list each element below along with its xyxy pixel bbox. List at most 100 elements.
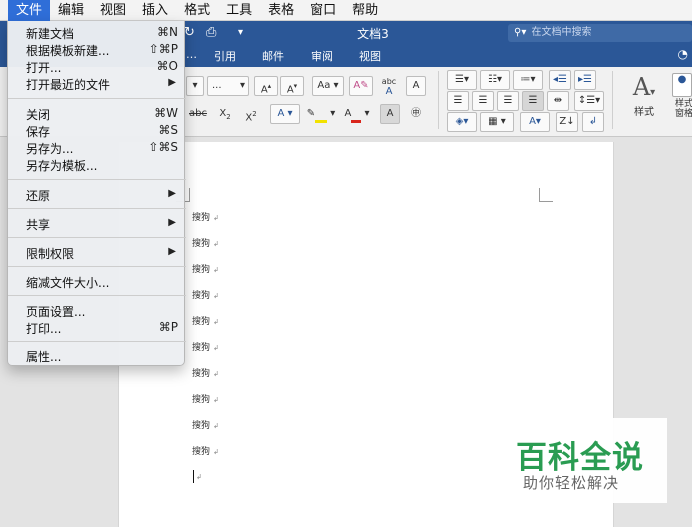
menu-item-label: 关闭 <box>26 108 51 122</box>
search-input[interactable]: ⚲▾ 在文档中搜索 <box>508 24 692 42</box>
menu-table[interactable]: 表格 <box>260 0 302 21</box>
document-line: 搜狗 ↲ <box>192 369 219 379</box>
change-case-button[interactable]: Aa ▾ <box>312 76 344 96</box>
character-border-button[interactable]: A <box>406 76 426 96</box>
styles-pane-icon: ● <box>672 73 692 97</box>
styles-pane-button[interactable]: ● 样式 窗格 <box>672 73 692 119</box>
menu-item-label: 共享 <box>26 218 51 232</box>
font-size-dropdown[interactable]: ... ▾ <box>207 76 249 96</box>
menu-tools[interactable]: 工具 <box>218 0 260 21</box>
menu-separator <box>8 237 186 238</box>
menu-item-open[interactable]: 打开... ⌘O <box>8 58 186 76</box>
share-icon[interactable]: ◔ <box>678 47 688 61</box>
menu-item-save-as-template[interactable]: 另存为模板... <box>8 156 186 174</box>
distributed-button[interactable]: ⇹ <box>547 91 569 111</box>
tab-references[interactable]: 引用 <box>214 48 236 64</box>
file-menu-dropdown: 新建文档 ⌘N 根据模板新建... ⇧⌘P 打开... ⌘O 打开最近的文件 ▶… <box>7 21 186 366</box>
paragraph-mark: ↲ <box>196 473 202 481</box>
sort-button[interactable]: Z↓ <box>556 112 578 132</box>
tab-mailings[interactable]: 邮件 <box>262 48 284 64</box>
menu-edit[interactable]: 编辑 <box>50 0 92 21</box>
menu-item-label: 另存为模板... <box>26 159 98 173</box>
highlight-button[interactable]: ✎ ▾ <box>304 104 338 124</box>
styles-label: 样式 <box>634 107 654 118</box>
styles-button[interactable]: A▾ 样式 <box>622 73 666 118</box>
character-shading-button[interactable]: A <box>380 104 400 124</box>
strikethrough-button[interactable]: abc <box>186 104 210 124</box>
menu-item-reduce-file-size[interactable]: 缩减文件大小... <box>8 273 186 291</box>
increase-indent-button[interactable]: ▸☰ <box>574 70 596 90</box>
menu-item-label: 打开最近的文件 <box>26 78 111 92</box>
document-line: 搜狗 ↲ <box>192 317 219 327</box>
menu-separator <box>8 341 186 342</box>
document-line: 搜狗 ↲ <box>192 447 219 457</box>
document-title: 文档3 <box>357 27 389 41</box>
submenu-arrow-icon: ▶ <box>168 77 176 88</box>
menu-format[interactable]: 格式 <box>176 0 218 21</box>
menu-item-restrict-permissions[interactable]: 限制权限 ▶ <box>8 244 186 262</box>
phonetic-guide-button[interactable]: abc A <box>377 76 401 97</box>
borders-button[interactable]: ▦ ▾ <box>480 112 514 132</box>
asian-layout-button[interactable]: A▾ <box>520 112 550 132</box>
show-marks-button[interactable]: ↲ <box>582 112 604 132</box>
text-effects-button[interactable]: A ▾ <box>270 104 300 124</box>
menu-item-shortcut: ⇧⌘P <box>148 42 178 56</box>
grow-font-button[interactable]: A▴ <box>254 76 278 96</box>
menu-separator <box>8 266 186 267</box>
enclose-characters-button[interactable]: ㊥ <box>405 104 427 124</box>
multilevel-list-button[interactable]: ≔▾ <box>513 70 543 90</box>
shading-button[interactable]: ◈▾ <box>447 112 477 132</box>
ribbon-separator <box>438 71 439 129</box>
bullets-button[interactable]: ☰▾ <box>447 70 477 90</box>
margin-corner-marker <box>539 188 553 202</box>
clear-formatting-button[interactable]: A✎ <box>349 76 373 96</box>
numbering-button[interactable]: ☷▾ <box>480 70 510 90</box>
customize-qat-icon[interactable]: ▾ <box>238 27 243 38</box>
submenu-arrow-icon: ▶ <box>168 217 176 228</box>
menu-help[interactable]: 帮助 <box>344 0 386 21</box>
font-color-button[interactable]: A ▾ <box>340 104 374 124</box>
menu-window[interactable]: 窗口 <box>302 0 344 21</box>
line-spacing-button[interactable]: ↕☰▾ <box>574 91 604 111</box>
watermark-subtitle: 助你轻松解决 <box>523 474 620 492</box>
tab-view[interactable]: 视图 <box>359 48 381 64</box>
menu-item-print[interactable]: 打印... ⌘P <box>8 319 186 337</box>
align-left-button[interactable]: ☰ <box>447 91 469 111</box>
menu-item-label: 根据模板新建... <box>26 44 110 58</box>
menu-file[interactable]: 文件 <box>8 0 51 21</box>
print-icon[interactable]: ⎙ <box>206 25 216 40</box>
menu-item-properties[interactable]: 属性... <box>8 347 186 365</box>
menu-item-save-as[interactable]: 另存为... ⇧⌘S <box>8 139 186 157</box>
menu-separator <box>8 295 186 296</box>
justify-button[interactable]: ☰ <box>522 91 544 111</box>
menu-item-label: 打开... <box>26 61 62 75</box>
menu-item-page-setup[interactable]: 页面设置... <box>8 302 186 320</box>
decrease-indent-button[interactable]: ◂☰ <box>549 70 571 90</box>
menu-item-shortcut: ⌘W <box>154 106 178 120</box>
menu-item-share[interactable]: 共享 ▶ <box>8 215 186 233</box>
document-line: 搜狗 ↲ <box>192 265 219 275</box>
document-line: 搜狗 ↲ <box>192 291 219 301</box>
align-right-button[interactable]: ☰ <box>497 91 519 111</box>
menu-item-revert[interactable]: 还原 ▶ <box>8 186 186 204</box>
menu-item-new-document[interactable]: 新建文档 ⌘N <box>8 24 186 42</box>
menu-bar: 文件 编辑 视图 插入 格式 工具 表格 窗口 帮助 <box>0 0 692 21</box>
menu-item-save[interactable]: 保存 ⌘S <box>8 122 186 140</box>
document-line: 搜狗 ↲ <box>192 395 219 405</box>
shrink-font-button[interactable]: A▾ <box>280 76 304 96</box>
menu-item-label: 打印... <box>26 322 62 336</box>
menu-view[interactable]: 视图 <box>92 0 134 21</box>
superscript-button[interactable]: X2 <box>240 104 262 124</box>
tab-home-partial[interactable]: … <box>186 48 197 61</box>
menu-item-close[interactable]: 关闭 ⌘W <box>8 105 186 123</box>
subscript-button[interactable]: X2 <box>214 104 236 124</box>
menu-insert[interactable]: 插入 <box>134 0 176 21</box>
menu-item-open-recent[interactable]: 打开最近的文件 ▶ <box>8 75 186 93</box>
tab-review[interactable]: 审阅 <box>311 48 333 64</box>
font-name-dropdown-arrow[interactable]: ▾ <box>186 76 204 96</box>
align-center-button[interactable]: ☰ <box>472 91 494 111</box>
document-line: 搜狗 ↲ <box>192 239 219 249</box>
menu-item-new-from-template[interactable]: 根据模板新建... ⇧⌘P <box>8 41 186 59</box>
search-icon: ⚲▾ <box>514 27 527 38</box>
submenu-arrow-icon: ▶ <box>168 188 176 199</box>
